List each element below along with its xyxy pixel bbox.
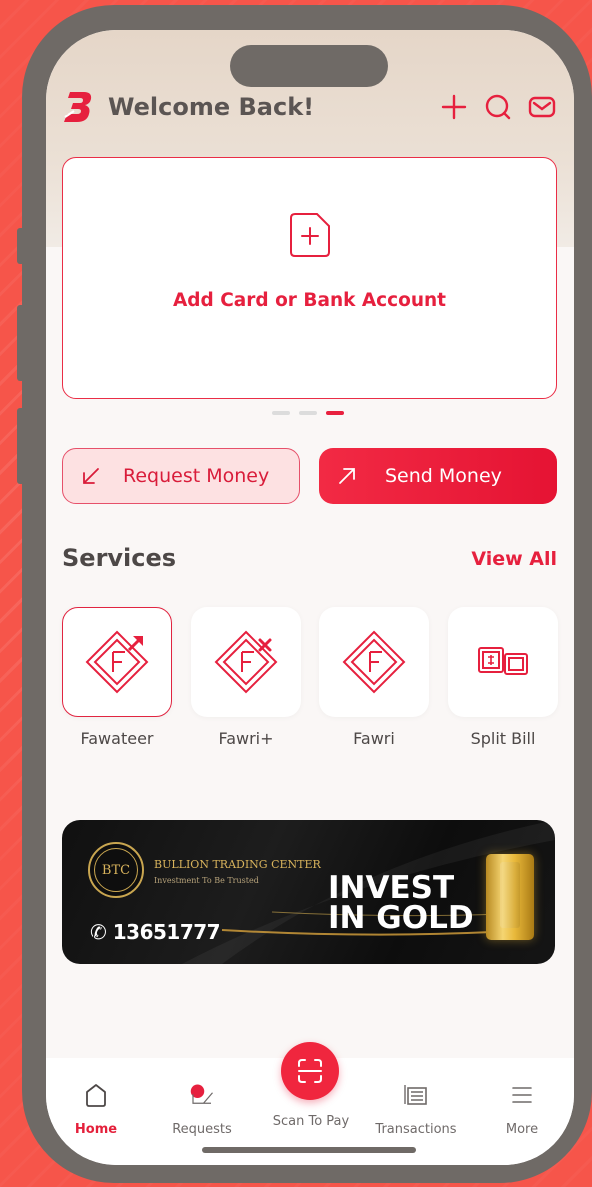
- nav-home-label: Home: [74, 1122, 118, 1137]
- service-label: Fawateer: [80, 729, 154, 748]
- add-card-panel[interactable]: Add Card or Bank Account: [62, 157, 557, 399]
- mail-icon[interactable]: [526, 91, 558, 123]
- search-icon[interactable]: [482, 91, 514, 123]
- banner-headline-line2: IN GOLD: [328, 900, 474, 936]
- scan-icon: [298, 1059, 322, 1083]
- carousel-dot[interactable]: [299, 411, 317, 415]
- app-logo-icon: [64, 92, 92, 122]
- scan-to-pay-button[interactable]: [281, 1042, 339, 1100]
- nav-home[interactable]: Home: [46, 1068, 146, 1137]
- header-actions: [438, 91, 558, 123]
- send-money-button[interactable]: Send Money: [319, 448, 557, 504]
- nav-more-label: More: [505, 1122, 539, 1137]
- banner-headline-line1: INVEST: [328, 870, 455, 906]
- arrow-up-right-icon: [339, 468, 355, 484]
- nav-requests-label: Requests: [172, 1122, 232, 1137]
- banner-phone-number: 13651777: [112, 920, 221, 944]
- btc-logo-text: BTC: [94, 848, 138, 892]
- carousel-indicator: [272, 411, 344, 415]
- request-money-button[interactable]: Request Money: [62, 448, 300, 504]
- welcome-title: Welcome Back!: [108, 93, 315, 121]
- service-label: Fawri+: [218, 729, 274, 748]
- gold-bar-image: [486, 854, 534, 940]
- fawri-icon: [342, 630, 406, 694]
- menu-icon: [512, 1087, 532, 1103]
- service-tile-fawateer[interactable]: [62, 607, 172, 717]
- app-header: Welcome Back!: [62, 82, 558, 132]
- service-label: Split Bill: [470, 729, 536, 748]
- nav-requests[interactable]: Requests: [152, 1068, 252, 1137]
- scan-to-pay-label: Scan To Pay: [272, 1114, 350, 1129]
- add-icon[interactable]: [438, 91, 470, 123]
- fawateer-icon: [85, 630, 149, 694]
- banner-headline: INVEST IN GOLD: [328, 870, 474, 936]
- service-tile-fawri[interactable]: [319, 607, 429, 717]
- home-indicator: [202, 1147, 416, 1153]
- banner-brand: BULLION TRADING CENTER: [154, 858, 321, 871]
- add-card-label: Add Card or Bank Account: [172, 290, 447, 311]
- banner-tagline: Investment To Be Trusted: [154, 876, 259, 885]
- transactions-icon: [404, 1085, 427, 1105]
- carousel-dot[interactable]: [272, 411, 290, 415]
- arrow-down-left-icon: [83, 468, 99, 484]
- nav-transactions-label: Transactions: [375, 1122, 457, 1137]
- request-money-label: Request Money: [123, 465, 270, 487]
- view-all-link[interactable]: View All: [471, 548, 557, 570]
- dynamic-island: [230, 45, 388, 87]
- services-title: Services: [62, 544, 177, 572]
- add-card-icon: [289, 213, 330, 257]
- carousel-dot-active[interactable]: [326, 411, 344, 415]
- home-icon: [86, 1084, 106, 1107]
- nav-transactions[interactable]: Transactions: [366, 1068, 466, 1137]
- service-label: Fawri: [353, 729, 395, 748]
- service-tile-split-bill[interactable]: [448, 607, 558, 717]
- nav-more[interactable]: More: [472, 1068, 572, 1137]
- split-bill-icon: [478, 647, 528, 675]
- requests-icon: [190, 1084, 213, 1104]
- fawri-plus-icon: [214, 630, 278, 694]
- banner-phone: ✆ 13651777: [90, 920, 221, 944]
- service-tile-fawri-plus[interactable]: [191, 607, 301, 717]
- promo-banner[interactable]: BTC BULLION TRADING CENTER Investment To…: [62, 820, 555, 964]
- app-screen: Welcome Back! Add Card or Bank Account R…: [46, 30, 574, 1165]
- send-money-label: Send Money: [385, 465, 502, 487]
- phone-icon: ✆: [90, 920, 113, 944]
- btc-logo: BTC: [88, 842, 144, 898]
